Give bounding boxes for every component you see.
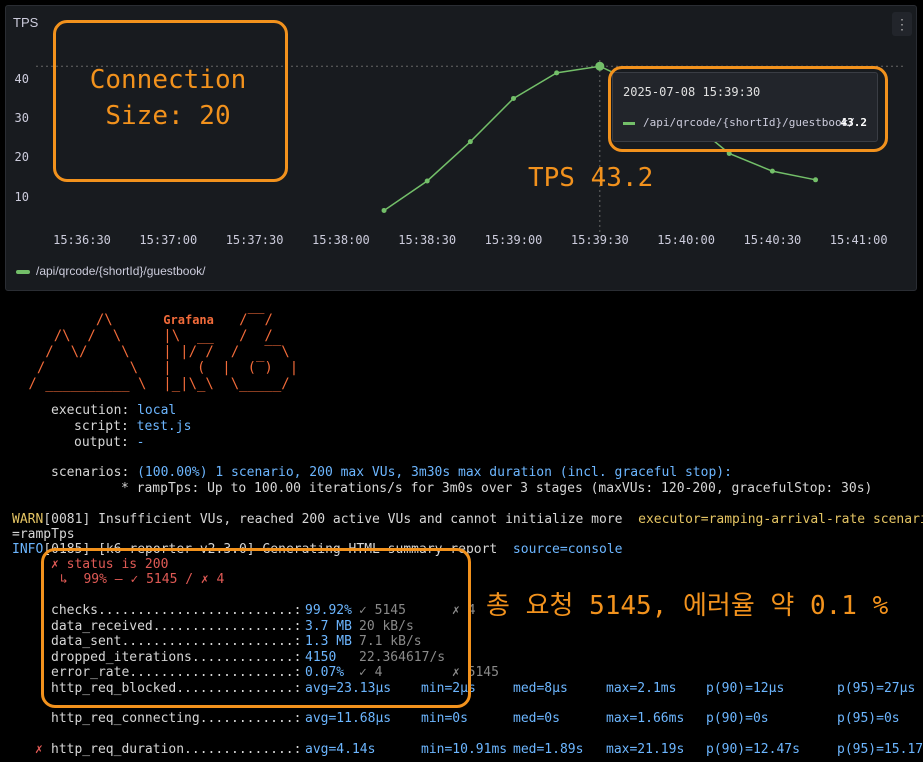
warn-continuation: =rampTps <box>12 527 75 542</box>
k6-logo: /\ Grafana /‾‾/ /\ / \ |\ __ / / / \/ \ … <box>20 312 298 392</box>
x-tick-label: 15:37:00 <box>139 233 198 247</box>
timing-name: http_req_duration..............: <box>51 742 302 757</box>
data-point <box>554 70 560 76</box>
execution-line: execution: local <box>51 403 177 418</box>
script-line: script: test.js <box>74 419 192 434</box>
y-tick-label: 30 <box>14 111 29 126</box>
k6-logo-line: / \ | ( | (‾) | <box>20 360 299 376</box>
timing-min: min=0s <box>421 711 468 726</box>
timing-p95: p(95)=0s <box>837 711 900 726</box>
k6-logo-line: / __________ \ |_|\_\ \_____/ <box>20 376 299 392</box>
k6-logo-line: / \/ \ | |/ / / ‾‾\ <box>20 344 299 360</box>
y-tick-label: 20 <box>14 150 29 165</box>
fail-mark: ✗ <box>35 742 43 757</box>
k6-logo-line: /\ Grafana /‾‾/ <box>20 312 290 328</box>
x-tick-label: 15:36:30 <box>53 233 111 247</box>
tps-callout-text: TPS 43.2 <box>528 163 654 193</box>
data-point <box>467 139 473 145</box>
output-line: output: - <box>74 435 145 450</box>
x-tick-label: 15:41:00 <box>829 233 888 247</box>
timing-p95: p(95)=15.17 <box>837 742 923 757</box>
timing-med: med=1.89s <box>513 742 584 757</box>
scenarios-line: scenarios: (100.00%) 1 scenario, 200 max… <box>51 465 732 480</box>
timing-avg: avg=11.68µs <box>305 711 392 726</box>
timing-p95: p(95)=27µs <box>837 681 916 696</box>
x-tick-label: 15:39:30 <box>570 233 629 247</box>
timing-p90: p(90)=12µs <box>706 681 785 696</box>
timing-med: med=0s <box>513 711 560 726</box>
data-point <box>424 178 430 184</box>
timing-p90: p(90)=12.47s <box>706 742 800 757</box>
data-point <box>595 61 605 71</box>
timing-max: max=1.66ms <box>606 711 685 726</box>
data-point <box>511 95 516 101</box>
x-tick-label: 15:38:30 <box>398 233 457 247</box>
x-tick-label: 15:39:00 <box>484 233 543 247</box>
grafana-label: Grafana <box>163 313 214 327</box>
summary-callout-text: 총 요청 5145, 에러율 약 0.1 % <box>486 591 889 621</box>
timing-min: min=10.91ms <box>421 742 508 757</box>
timing-name: http_req_connecting............: <box>51 711 302 726</box>
timing-p90: p(90)=0s <box>706 711 769 726</box>
warn-line: WARN[0081] Insufficient VUs, reached 200… <box>12 512 923 527</box>
summary-callout-box <box>41 548 471 708</box>
data-point <box>769 168 775 174</box>
x-tick-label: 15:40:00 <box>657 233 715 247</box>
x-tick-label: 15:37:30 <box>225 233 284 247</box>
connection-callout-text: Connection Size: 20 <box>89 65 247 131</box>
k6-logo-line: /\ / \ |\ __ / / <box>20 328 299 344</box>
timing-med: med=8µs <box>513 681 568 696</box>
x-tick-label: 15:40:30 <box>743 233 802 247</box>
tooltip-callout-box <box>608 66 888 152</box>
data-point <box>381 207 387 213</box>
timing-max: max=2.1ms <box>606 681 677 696</box>
y-tick-label: 40 <box>14 71 29 86</box>
timing-max: max=21.19s <box>606 742 685 757</box>
x-tick-label: 15:38:00 <box>311 233 370 247</box>
y-tick-label: 10 <box>14 189 29 204</box>
timing-avg: avg=4.14s <box>305 742 376 757</box>
scenario-detail: * rampTps: Up to 100.00 iterations/s for… <box>121 481 873 496</box>
data-point <box>813 177 819 183</box>
